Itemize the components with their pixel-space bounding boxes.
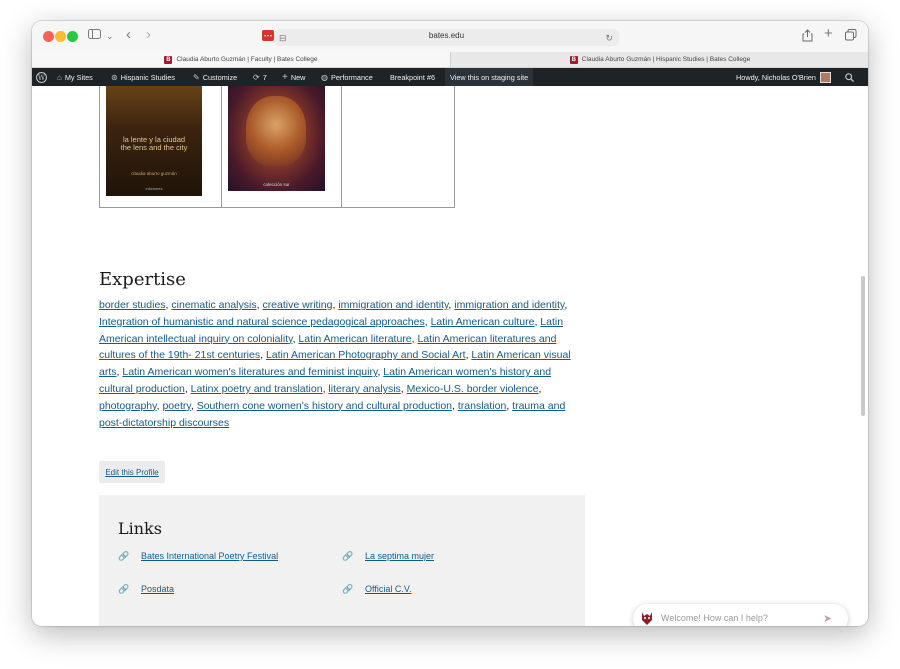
new-tab-icon[interactable]: + bbox=[824, 26, 833, 41]
browser-window: ⌄ ‹ › ••• ⊟ bates.edu ↻ + B Claudia Abur… bbox=[32, 21, 868, 626]
link-icon: 🔗 bbox=[342, 584, 354, 594]
chat-widget: ➤ bbox=[633, 604, 848, 626]
svg-text:•••: ••• bbox=[264, 34, 273, 40]
reload-icon[interactable]: ↻ bbox=[605, 31, 613, 45]
expertise-tag-link[interactable]: translation bbox=[458, 400, 506, 412]
back-icon[interactable]: ‹ bbox=[126, 27, 131, 42]
expertise-tag-link[interactable]: creative writing bbox=[262, 299, 332, 311]
bates-favicon-icon: B bbox=[164, 55, 173, 64]
minimize-window-button[interactable] bbox=[55, 31, 66, 42]
url-text: bates.edu bbox=[428, 31, 465, 40]
table-divider bbox=[221, 86, 222, 207]
tab-label: Claudia Aburto Guzmán | Hispanic Studies… bbox=[581, 56, 751, 63]
tab-strip: B Claudia Aburto Guzmán | Faculty | Bate… bbox=[32, 52, 868, 68]
page-scrollbar[interactable] bbox=[861, 276, 865, 416]
book-caption: colección sur bbox=[263, 182, 290, 187]
link-septima-mujer[interactable]: La septima mujer bbox=[365, 551, 434, 561]
book-publisher: ediciones bbox=[145, 186, 163, 191]
links-section: Links 🔗 Bates International Poetry Festi… bbox=[99, 495, 585, 626]
expertise-tag-link[interactable]: Latinx poetry and translation bbox=[191, 383, 323, 395]
expertise-tag-link[interactable]: poetry bbox=[162, 400, 190, 412]
tab-faculty[interactable]: B Claudia Aburto Guzmán | Faculty | Bate… bbox=[32, 52, 450, 67]
share-icon[interactable] bbox=[802, 29, 813, 45]
link-poetry-festival[interactable]: Bates International Poetry Festival bbox=[141, 551, 278, 561]
expertise-tag-link[interactable]: border studies bbox=[99, 299, 166, 311]
customize-label: Customize bbox=[202, 72, 238, 82]
expertise-tag-link[interactable]: Southern cone women's history and cultur… bbox=[197, 400, 452, 412]
admin-performance[interactable]: ◍ Performance bbox=[321, 68, 373, 86]
site-name-label: Hispanic Studies bbox=[120, 72, 176, 82]
admin-customize[interactable]: ✎ Customize bbox=[193, 68, 237, 86]
forward-icon[interactable]: › bbox=[146, 27, 151, 42]
book-cover-coleccion-sur[interactable]: colección sur bbox=[228, 86, 325, 191]
admin-breakpoint[interactable]: Breakpoint #6 bbox=[390, 68, 435, 86]
book-title-en: the lens and the city bbox=[120, 143, 188, 152]
page-content: la lente y la ciudad the lens and the ci… bbox=[32, 86, 868, 626]
expertise-tag-link[interactable]: cinematic analysis bbox=[171, 299, 256, 311]
updates-count: 7 bbox=[262, 72, 267, 82]
link-icon: 🔗 bbox=[118, 584, 130, 594]
expertise-tag-link[interactable]: Integration of humanistic and natural sc… bbox=[99, 316, 425, 328]
expertise-heading: Expertise bbox=[99, 269, 186, 290]
tabs-overview-icon[interactable] bbox=[845, 29, 857, 44]
cover-artwork bbox=[246, 96, 306, 166]
admin-account[interactable]: Howdy, Nicholas O'Brien bbox=[736, 68, 831, 86]
bates-favicon-icon: B bbox=[569, 55, 578, 64]
brush-icon: ✎ bbox=[193, 72, 200, 82]
admin-my-sites[interactable]: ⌂ My Sites bbox=[57, 68, 93, 86]
send-icon[interactable]: ➤ bbox=[823, 612, 832, 625]
performance-icon: ◍ bbox=[321, 72, 328, 82]
expertise-tag-link[interactable]: Latin American culture bbox=[431, 316, 535, 328]
updates-icon: ⟳ bbox=[253, 72, 260, 82]
performance-label: Performance bbox=[330, 72, 373, 82]
link-icon: 🔗 bbox=[118, 551, 130, 561]
expertise-tag-link[interactable]: Latin American literature bbox=[298, 333, 411, 345]
admin-site-name[interactable]: ⊛ Hispanic Studies bbox=[111, 68, 175, 86]
tab-hispanic-studies[interactable]: B Claudia Aburto Guzmán | Hispanic Studi… bbox=[450, 52, 868, 67]
dashboard-icon: ⊛ bbox=[111, 72, 118, 82]
staging-label: View this on staging site bbox=[450, 72, 529, 82]
bates-extension-icon[interactable]: ••• bbox=[262, 30, 274, 44]
svg-text:W: W bbox=[38, 74, 46, 82]
admin-new[interactable]: + New bbox=[282, 68, 305, 86]
wordpress-logo-icon[interactable]: W bbox=[36, 68, 47, 86]
chat-input[interactable] bbox=[661, 611, 811, 625]
admin-search-icon[interactable] bbox=[845, 68, 854, 86]
expertise-tag-link[interactable]: immigration and identity bbox=[454, 299, 564, 311]
expertise-tag-link[interactable]: photography bbox=[99, 400, 157, 412]
plus-icon: + bbox=[282, 71, 288, 83]
avatar bbox=[819, 71, 831, 83]
admin-updates[interactable]: ⟳ 7 bbox=[253, 68, 267, 86]
link-posdata[interactable]: Posdata bbox=[141, 584, 174, 594]
expertise-tag-link[interactable]: literary analysis bbox=[328, 383, 400, 395]
chevron-down-icon[interactable]: ⌄ bbox=[106, 29, 114, 43]
new-label: New bbox=[290, 72, 306, 82]
tab-label: Claudia Aburto Guzmán | Faculty | Bates … bbox=[176, 56, 318, 63]
sites-icon: ⌂ bbox=[57, 72, 62, 82]
edit-profile-button[interactable]: Edit this Profile bbox=[99, 461, 165, 483]
zoom-window-button[interactable] bbox=[67, 31, 78, 42]
link-icon: 🔗 bbox=[342, 551, 354, 561]
wp-admin-bar: W ⌂ My Sites ⊛ Hispanic Studies ✎ Custom… bbox=[32, 68, 868, 86]
close-window-button[interactable] bbox=[43, 31, 54, 42]
address-bar[interactable]: ⊟ bates.edu ↻ bbox=[274, 29, 619, 46]
breakpoint-label: Breakpoint #6 bbox=[390, 72, 436, 82]
book-author: claudia aburto guzmán bbox=[131, 171, 177, 176]
bobcat-mascot-icon bbox=[642, 612, 652, 625]
links-heading: Links bbox=[118, 519, 162, 538]
admin-staging-link[interactable]: View this on staging site bbox=[445, 68, 534, 86]
expertise-tag-link[interactable]: immigration and identity bbox=[338, 299, 448, 311]
expertise-tag-link[interactable]: Latin American Photography and Social Ar… bbox=[266, 349, 466, 361]
howdy-label: Howdy, Nicholas O'Brien bbox=[736, 72, 816, 82]
expertise-tag-link[interactable]: Mexico-U.S. border violence bbox=[407, 383, 539, 395]
expertise-tag-link[interactable]: Latin American women's literatures and f… bbox=[122, 366, 377, 378]
link-official-cv[interactable]: Official C.V. bbox=[365, 584, 412, 594]
book-cover-lente-ciudad[interactable]: la lente y la ciudad the lens and the ci… bbox=[106, 86, 202, 196]
sidebar-icon[interactable] bbox=[88, 29, 102, 43]
my-sites-label: My Sites bbox=[64, 72, 93, 82]
expertise-tag-list: border studies, cinematic analysis, crea… bbox=[99, 299, 571, 429]
title-bar: ⌄ ‹ › ••• ⊟ bates.edu ↻ + bbox=[32, 21, 868, 52]
table-divider bbox=[341, 86, 342, 207]
